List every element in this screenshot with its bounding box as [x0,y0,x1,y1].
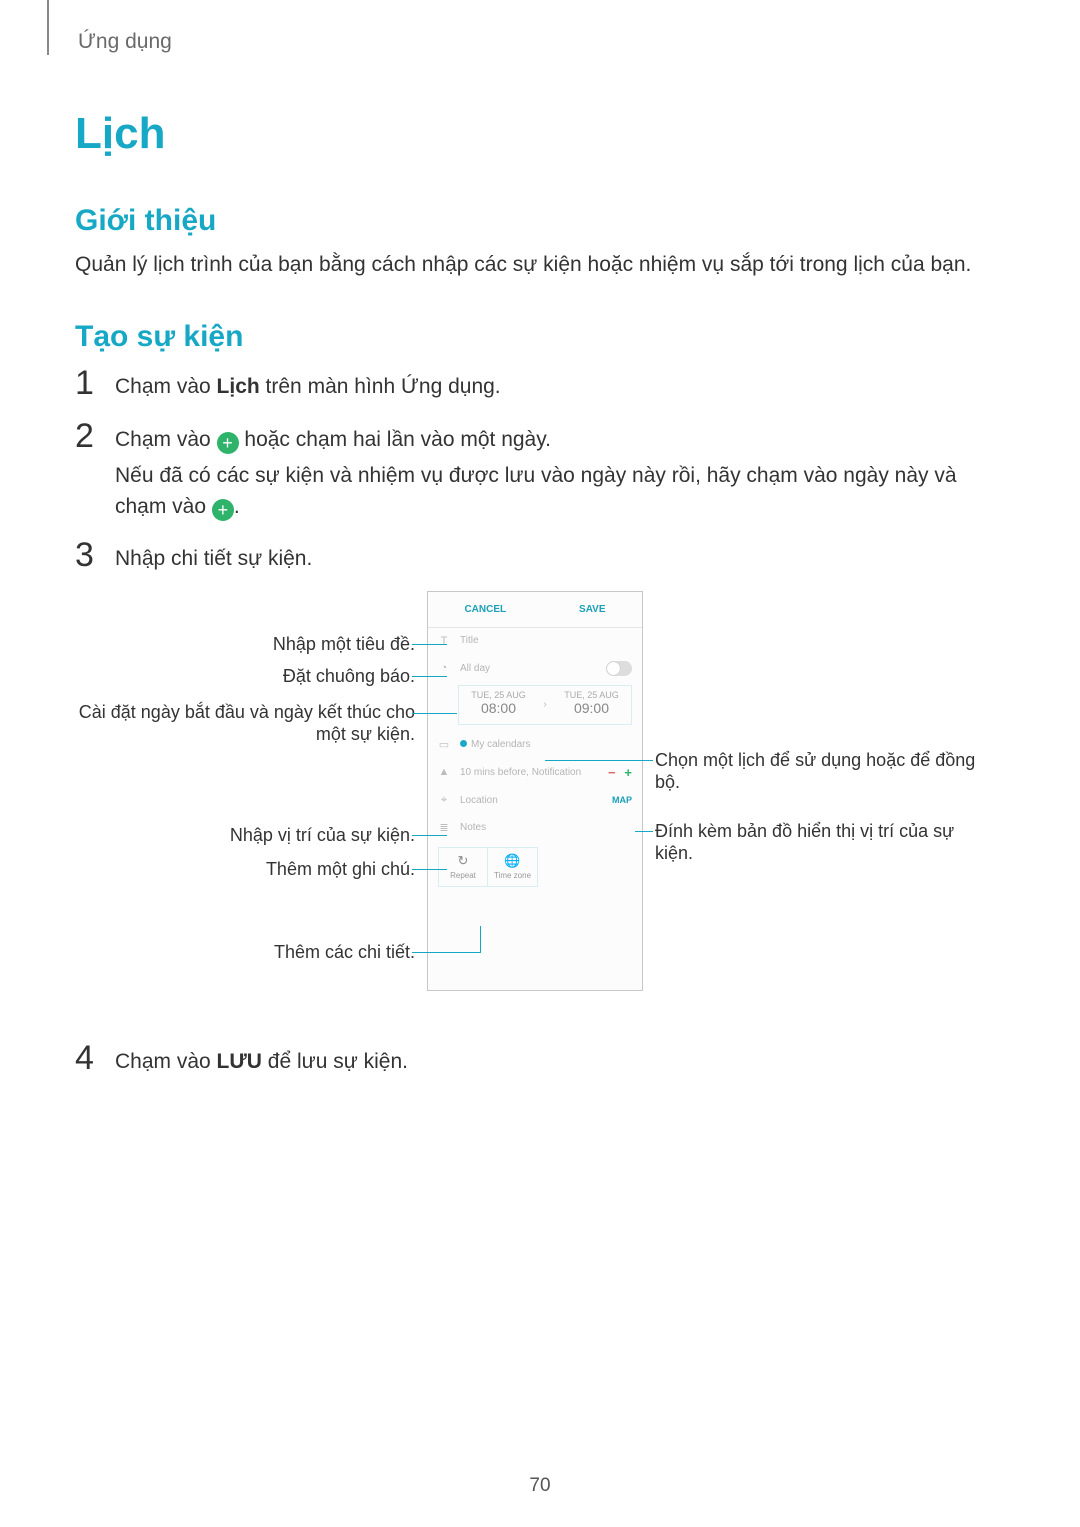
allday-toggle[interactable] [606,661,632,676]
leader-line [412,644,447,645]
leader-line [412,713,457,714]
repeat-tab[interactable]: ↻ Repeat [438,847,488,887]
callout-map: Đính kèm bản đồ hiển thị vị trí của sự k… [655,820,995,865]
remove-reminder-icon[interactable]: − [608,765,616,780]
callout-title: Nhập một tiêu đề. [273,633,415,656]
repeat-icon: ↻ [458,853,469,869]
step-4: 4 Chạm vào LƯU để lưu sự kiện. [75,1041,1005,1077]
text: Chạm vào [115,428,217,451]
step-3: 3 Nhập chi tiết sự kiện. [75,538,1005,574]
phone-header: CANCEL SAVE [428,592,642,628]
reminder-row[interactable]: ▲ 10 mins before, Notification − + [428,758,642,787]
globe-icon: 🌐 [504,853,520,869]
text-icon: T [438,635,450,647]
callout-dates: Cài đặt ngày bắt đầu và ngày kết thúc ch… [75,701,415,746]
repeat-label: Repeat [450,871,476,880]
clock-icon: ◔ [438,662,450,674]
date-separator: › [538,686,552,724]
plus-icon: + [217,432,239,454]
page-content: Ứng dụng Lịch Giới thiệu Quản lý lịch tr… [0,0,1080,1077]
location-row[interactable]: ⌖ Location MAP [428,787,642,814]
notes-icon: ≣ [438,821,450,834]
leader-line [412,676,447,677]
leader-line [480,926,481,953]
end-date[interactable]: TUE, 25 AUG 09:00 [552,686,631,724]
steps-list: 1 Chạm vào Lịch trên màn hình Ứng dụng. … [75,366,1005,1077]
leader-line [412,835,447,836]
timezone-tab[interactable]: 🌐 Time zone [488,847,538,887]
extras-row: ↻ Repeat 🌐 Time zone [438,847,632,887]
text: Nếu đã có các sự kiện và nhiệm vụ được l… [115,464,957,517]
text: trên màn hình Ứng dụng. [260,375,501,398]
title-row[interactable]: T Title [428,628,642,654]
intro-paragraph: Quản lý lịch trình của bạn bằng cách nhậ… [75,250,1005,280]
step-number: 2 [75,419,97,453]
map-link[interactable]: MAP [612,795,632,805]
text: . [234,495,240,518]
bold-text: LƯU [217,1050,262,1073]
notes-label: Notes [460,822,486,833]
text: để lưu sự kiện. [262,1050,408,1073]
event-editor-diagram: CANCEL SAVE T Title ◔ All day TUE, 25 AU… [75,591,1005,1011]
step-text: Nhập chi tiết sự kiện. [115,538,312,574]
page-title: Lịch [75,109,1005,159]
leader-line [412,869,447,870]
notes-row[interactable]: ≣ Notes [428,814,642,841]
start-date[interactable]: TUE, 25 AUG 08:00 [459,686,538,724]
leader-line [545,760,653,761]
add-reminder-icon[interactable]: + [624,765,632,780]
step-text: Chạm vào + hoặc chạm hai lần vào một ngà… [115,419,1005,522]
date-label: TUE, 25 AUG [459,690,538,700]
save-button[interactable]: SAVE [579,604,606,615]
pin-icon: ⌖ [438,794,450,807]
breadcrumb: Ứng dụng [78,30,1005,54]
step-2: 2 Chạm vào + hoặc chạm hai lần vào một n… [75,419,1005,522]
leader-line [412,952,480,953]
calendar-row[interactable]: ▭ My calendars [428,731,642,758]
page-number: 70 [0,1475,1080,1497]
step-text: Chạm vào Lịch trên màn hình Ứng dụng. [115,366,501,402]
phone-mock: CANCEL SAVE T Title ◔ All day TUE, 25 AU… [427,591,643,991]
section-intro-heading: Giới thiệu [75,204,1005,238]
callout-calendar: Chọn một lịch để sử dụng hoặc để đồng bộ… [655,749,995,794]
text: Chạm vào [115,375,217,398]
date-label: TUE, 25 AUG [552,690,631,700]
callout-detail: Thêm các chi tiết. [274,941,415,964]
date-row[interactable]: TUE, 25 AUG 08:00 › TUE, 25 AUG 09:00 [458,685,632,725]
title-placeholder: Title [460,635,479,646]
step-number: 4 [75,1041,97,1075]
callout-alarm: Đặt chuông báo. [283,665,415,688]
reminder-label: 10 mins before, Notification [460,767,581,778]
end-time: 09:00 [552,700,631,716]
allday-row[interactable]: ◔ All day [428,654,642,683]
callout-note: Thêm một ghi chú. [266,858,415,881]
text: hoặc chạm hai lần vào một ngày. [244,428,551,451]
bold-text: Lịch [217,375,260,398]
cancel-button[interactable]: CANCEL [464,604,506,615]
calendar-label: My calendars [471,739,530,750]
start-time: 08:00 [459,700,538,716]
callout-location: Nhập vị trí của sự kiện. [230,824,415,847]
plus-icon: + [212,499,234,521]
step-1: 1 Chạm vào Lịch trên màn hình Ứng dụng. [75,366,1005,402]
leader-line [635,831,653,832]
timezone-label: Time zone [494,871,531,880]
bell-icon: ▲ [438,766,450,778]
step-number: 1 [75,366,97,400]
section-create-heading: Tạo sự kiện [75,320,1005,354]
step-text: Chạm vào LƯU để lưu sự kiện. [115,1041,408,1077]
location-label: Location [460,795,498,806]
allday-label: All day [460,663,490,674]
step-number: 3 [75,538,97,572]
calendar-icon: ▭ [438,738,450,751]
text: Chạm vào [115,1050,217,1073]
calendar-color-dot [460,740,467,747]
